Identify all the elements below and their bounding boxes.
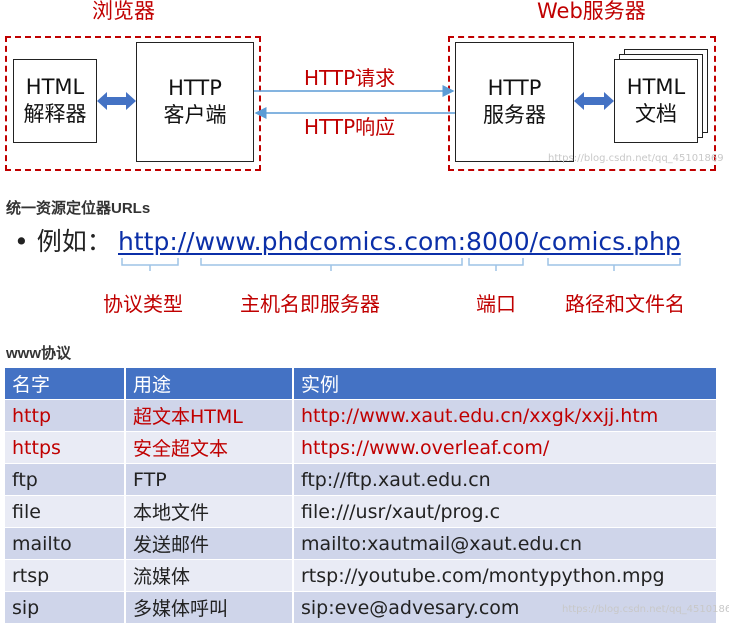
- cell-purpose: 本地文件: [125, 496, 293, 528]
- http-request-label: HTTP请求: [304, 68, 395, 88]
- cell-purpose: 流媒体: [125, 560, 293, 592]
- http-response-label: HTTP响应: [304, 117, 395, 137]
- cell-name: mailto: [5, 528, 125, 560]
- table-row: file 本地文件 file:///usr/xaut/prog.c: [5, 496, 716, 528]
- watermark-top: https://blog.csdn.net/qq_45101869: [548, 154, 724, 164]
- protocol-type-label: 协议类型: [103, 294, 183, 314]
- double-arrow-right-icon: [574, 92, 614, 110]
- cell-purpose: 发送邮件: [125, 528, 293, 560]
- brace-port: [469, 258, 523, 271]
- cell-name: ftp: [5, 464, 125, 496]
- cell-name: file: [5, 496, 125, 528]
- brace-host: [201, 258, 462, 271]
- url-section-title: 统一资源定位器URLs: [6, 201, 150, 216]
- brace-path: [548, 258, 680, 271]
- table-row: ftp FTP ftp://ftp.xaut.edu.cn: [5, 464, 716, 496]
- cell-name: http: [5, 400, 125, 432]
- protocol-table: 名字 用途 实例 http 超文本HTML http://www.xaut.ed…: [5, 368, 716, 623]
- cell-purpose: 多媒体呼叫: [125, 592, 293, 623]
- cell-name: rtsp: [5, 560, 125, 592]
- cell-example: mailto:xautmail@xaut.edu.cn: [293, 528, 716, 560]
- header-purpose: 用途: [125, 368, 293, 400]
- brace-protocol: [122, 258, 178, 271]
- cell-example: rtsp://youtube.com/montypython.mpg: [293, 560, 716, 592]
- table-row: rtsp 流媒体 rtsp://youtube.com/montypython.…: [5, 560, 716, 592]
- table-row: http 超文本HTML http://www.xaut.edu.cn/xxgk…: [5, 400, 716, 432]
- cell-purpose: FTP: [125, 464, 293, 496]
- table-row: mailto 发送邮件 mailto:xautmail@xaut.edu.cn: [5, 528, 716, 560]
- cell-purpose: 超文本HTML: [125, 400, 293, 432]
- cell-purpose: 安全超文本: [125, 432, 293, 464]
- table-header-row: 名字 用途 实例: [5, 368, 716, 400]
- header-example: 实例: [293, 368, 716, 400]
- watermark-bottom: https://blog.csdn.net/qq_45101869: [562, 605, 729, 615]
- cell-example: http://www.xaut.edu.cn/xxgk/xxjj.htm: [293, 400, 716, 432]
- cell-name: https: [5, 432, 125, 464]
- url-part-braces: [0, 250, 729, 280]
- cell-example: file:///usr/xaut/prog.c: [293, 496, 716, 528]
- port-label: 端口: [476, 294, 516, 314]
- path-filename-label: 路径和文件名: [565, 294, 685, 314]
- cell-example: ftp://ftp.xaut.edu.cn: [293, 464, 716, 496]
- www-section-title: www协议: [6, 346, 71, 361]
- cell-name: sip: [5, 592, 125, 623]
- host-server-label: 主机名即服务器: [240, 294, 380, 314]
- cell-example: https://www.overleaf.com/: [293, 432, 716, 464]
- table-row: https 安全超文本 https://www.overleaf.com/: [5, 432, 716, 464]
- header-name: 名字: [5, 368, 125, 400]
- double-arrow-left-icon: [97, 92, 136, 110]
